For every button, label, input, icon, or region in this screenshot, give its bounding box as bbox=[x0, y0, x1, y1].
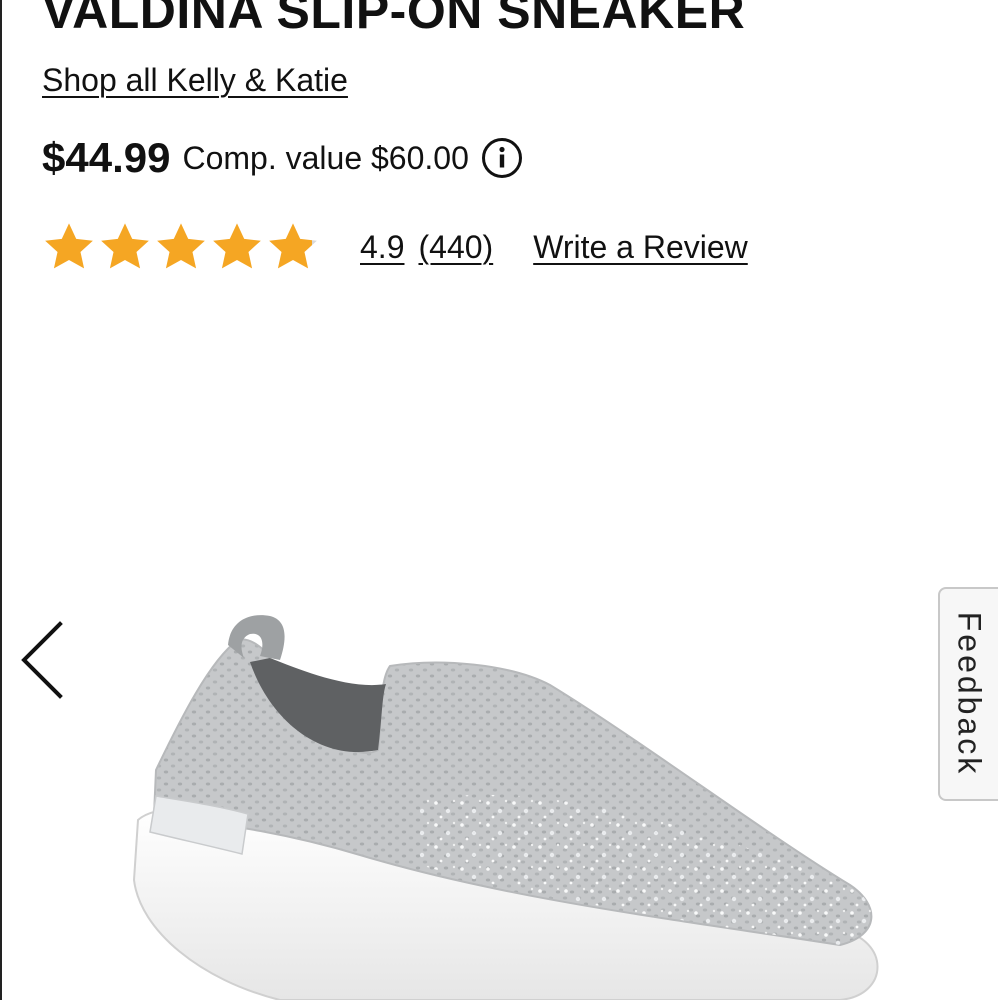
review-count-link[interactable]: (440) bbox=[418, 229, 493, 266]
star-rating bbox=[42, 220, 320, 274]
shop-brand-link[interactable]: Shop all Kelly & Katie bbox=[42, 62, 348, 99]
star-icon bbox=[101, 223, 149, 269]
star-icon bbox=[157, 223, 205, 269]
rating-value-link[interactable]: 4.9 bbox=[360, 229, 404, 266]
star-icon bbox=[45, 223, 93, 269]
page-border bbox=[0, 0, 2, 1000]
write-review-link[interactable]: Write a Review bbox=[533, 229, 748, 266]
star-icon bbox=[269, 223, 317, 269]
feedback-tab[interactable]: Feedback bbox=[938, 587, 998, 801]
product-page: VALDINA SLIP-ON SNEAKER Shop all Kelly &… bbox=[0, 0, 1000, 1000]
star-icon bbox=[213, 223, 261, 269]
sale-price: $44.99 bbox=[42, 134, 171, 181]
rating-row: 4.9 (440) Write a Review bbox=[42, 220, 748, 274]
price-row: $44.99 Comp. value $60.00 bbox=[42, 134, 523, 182]
info-icon[interactable] bbox=[481, 137, 523, 179]
comp-value: Comp. value $60.00 bbox=[182, 139, 469, 176]
product-image bbox=[132, 615, 879, 1000]
product-title: VALDINA SLIP-ON SNEAKER bbox=[42, 0, 746, 39]
chevron-left-icon[interactable] bbox=[16, 618, 66, 702]
feedback-label: Feedback bbox=[951, 611, 988, 777]
